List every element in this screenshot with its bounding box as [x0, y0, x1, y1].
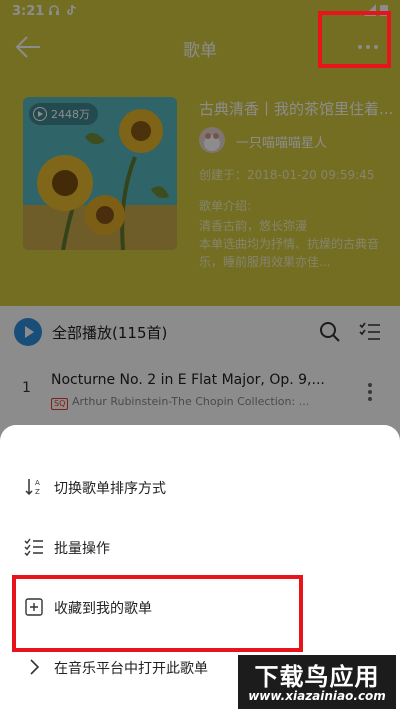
watermark-logo: 下载鸟应用 www.xiazainiao.com — [238, 655, 396, 709]
svg-text:A: A — [35, 479, 40, 487]
chevron-right-icon — [24, 657, 44, 677]
menu-item-label: 切换歌单排序方式 — [54, 481, 166, 497]
collect-item-highlight — [12, 575, 303, 652]
sort-az-icon: AZ — [24, 477, 44, 497]
svg-text:Z: Z — [35, 488, 40, 496]
watermark-url: www.xiazainiao.com — [248, 689, 386, 703]
menu-item-label: 在音乐平台中打开此歌单 — [54, 661, 208, 677]
menu-item-sort[interactable]: AZ 切换歌单排序方式 — [0, 465, 400, 509]
watermark-text: 下载鸟应用 — [254, 663, 380, 691]
menu-item-batch[interactable]: 批量操作 — [0, 525, 400, 569]
checklist-icon — [24, 537, 44, 557]
menu-item-label: 批量操作 — [54, 541, 110, 557]
more-button-highlight — [318, 11, 391, 68]
